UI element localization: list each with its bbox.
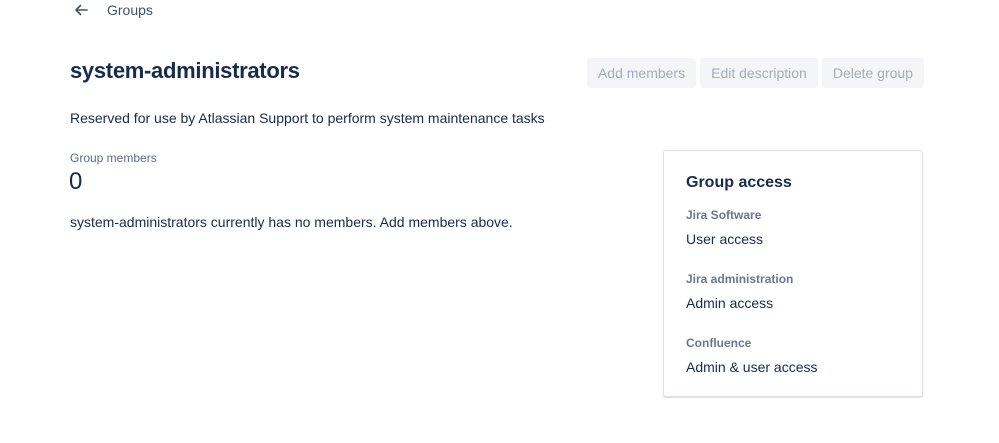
access-product-jira-administration: Jira administration xyxy=(686,272,794,286)
access-product-jira-software: Jira Software xyxy=(686,208,762,222)
group-detail-page: Groups system-administrators Add members… xyxy=(0,0,999,443)
group-description: Reserved for use by Atlassian Support to… xyxy=(70,110,545,126)
delete-group-button[interactable]: Delete group xyxy=(821,58,924,88)
group-members-count: 0 xyxy=(69,168,83,195)
access-value-confluence: Admin & user access xyxy=(686,359,818,375)
group-access-card: Group access Jira Software User access J… xyxy=(663,150,923,397)
arrow-left-icon[interactable] xyxy=(72,1,90,19)
group-members-label: Group members xyxy=(70,151,157,165)
access-product-confluence: Confluence xyxy=(686,336,752,350)
add-members-button[interactable]: Add members xyxy=(586,58,697,88)
edit-description-button[interactable]: Edit description xyxy=(700,58,818,88)
access-value-jira-administration: Admin access xyxy=(686,295,774,311)
breadcrumb: Groups xyxy=(72,0,153,20)
breadcrumb-groups-link[interactable]: Groups xyxy=(107,2,153,18)
access-value-jira-software: User access xyxy=(686,231,764,247)
page-title: system-administrators xyxy=(70,58,300,83)
group-actions: Add members Edit description Delete grou… xyxy=(586,58,924,88)
empty-members-message: system-administrators currently has no m… xyxy=(70,214,513,230)
group-access-title: Group access xyxy=(686,174,792,191)
